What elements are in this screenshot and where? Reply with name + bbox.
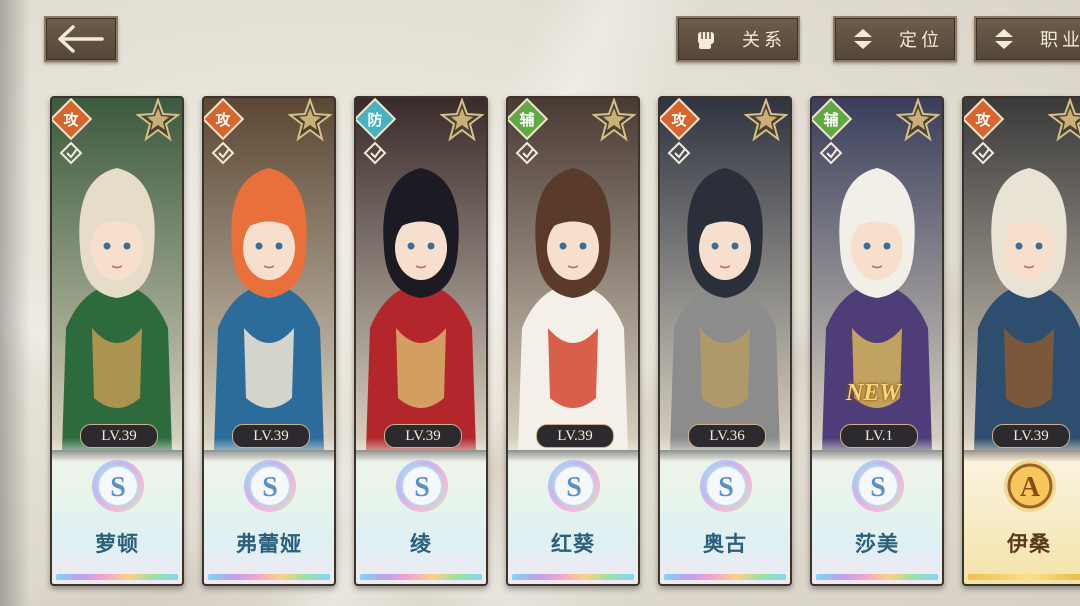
layers-icon xyxy=(971,141,995,165)
character-card[interactable]: 辅 NEW LV.1 S 莎美 xyxy=(810,96,944,586)
rarity-stripe xyxy=(968,574,1080,580)
filter-job-button[interactable]: 职业 xyxy=(974,16,1080,62)
star-icon xyxy=(136,98,180,142)
filter-relation-button[interactable]: 关系 xyxy=(676,16,800,62)
character-card[interactable]: 攻 LV.36 S 奥古 xyxy=(658,96,792,586)
star-icon xyxy=(1048,98,1080,142)
level-badge: LV.39 xyxy=(80,424,158,448)
svg-text:S: S xyxy=(566,472,582,503)
svg-text:S: S xyxy=(414,472,430,503)
svg-text:S: S xyxy=(718,472,734,503)
role-label: 攻 xyxy=(215,110,231,129)
star-icon xyxy=(896,98,940,142)
level-badge: LV.39 xyxy=(384,424,462,448)
rarity-stripe xyxy=(816,574,938,580)
sort-arrows-icon xyxy=(849,25,877,53)
rank-medal-icon: S xyxy=(396,460,448,512)
sort-arrows-icon xyxy=(990,25,1018,53)
role-label: 攻 xyxy=(63,110,79,129)
filter-position-button[interactable]: 定位 xyxy=(833,16,957,62)
character-name: 奥古 xyxy=(703,531,747,556)
role-label: 防 xyxy=(367,110,383,129)
filter-relation-label: 关系 xyxy=(742,30,786,51)
star-icon xyxy=(440,98,484,142)
level-badge: LV.39 xyxy=(536,424,614,448)
filter-position-label: 定位 xyxy=(899,30,943,51)
rank-medal-icon: S xyxy=(700,460,752,512)
character-name: 伊桑 xyxy=(1007,531,1051,556)
rank-medal-icon: S xyxy=(244,460,296,512)
role-label: 攻 xyxy=(671,110,687,129)
character-card[interactable]: 攻 LV.39 S 萝顿 xyxy=(50,96,184,586)
rarity-stripe xyxy=(512,574,634,580)
svg-text:S: S xyxy=(110,472,126,503)
rank-medal-icon: S xyxy=(852,460,904,512)
character-card[interactable]: 辅 LV.39 S 红葵 xyxy=(506,96,640,586)
character-name: 红葵 xyxy=(551,531,595,556)
character-name: 绫 xyxy=(410,531,432,556)
rarity-stripe xyxy=(208,574,330,580)
role-label: 辅 xyxy=(823,110,839,129)
layers-icon xyxy=(819,141,843,165)
back-button[interactable] xyxy=(44,16,118,62)
layers-icon xyxy=(59,141,83,165)
rank-medal-icon: S xyxy=(92,460,144,512)
svg-text:S: S xyxy=(870,472,886,503)
new-tag: NEW xyxy=(846,380,901,406)
rarity-stripe xyxy=(360,574,482,580)
rarity-stripe xyxy=(56,574,178,580)
level-badge: LV.39 xyxy=(232,424,310,448)
level-badge: LV.36 xyxy=(688,424,766,448)
level-badge: LV.39 xyxy=(992,424,1070,448)
star-icon xyxy=(288,98,332,142)
layers-icon xyxy=(515,141,539,165)
character-name: 莎美 xyxy=(855,531,899,556)
layers-icon xyxy=(363,141,387,165)
character-card[interactable]: 攻 LV.39 S 弗蕾娅 xyxy=(202,96,336,586)
filter-job-label: 职业 xyxy=(1040,30,1080,51)
role-label: 攻 xyxy=(975,110,991,129)
rank-medal-icon: S xyxy=(548,460,600,512)
layers-icon xyxy=(211,141,235,165)
character-card[interactable]: 防 LV.39 S 绫 xyxy=(354,96,488,586)
star-icon xyxy=(744,98,788,142)
role-label: 辅 xyxy=(519,110,535,129)
level-badge: LV.1 xyxy=(840,424,918,448)
fist-icon xyxy=(692,25,720,53)
layers-icon xyxy=(667,141,691,165)
edge-shadow xyxy=(0,0,30,606)
character-name: 萝顿 xyxy=(95,531,139,556)
star-icon xyxy=(592,98,636,142)
character-card[interactable]: 攻 LV.39 A 伊桑 xyxy=(962,96,1080,586)
svg-text:S: S xyxy=(262,472,278,503)
back-arrow-icon xyxy=(58,25,104,53)
character-name: 弗蕾娅 xyxy=(236,531,302,556)
rarity-stripe xyxy=(664,574,786,580)
rank-medal-icon: A xyxy=(1004,460,1056,512)
svg-text:A: A xyxy=(1020,472,1041,503)
